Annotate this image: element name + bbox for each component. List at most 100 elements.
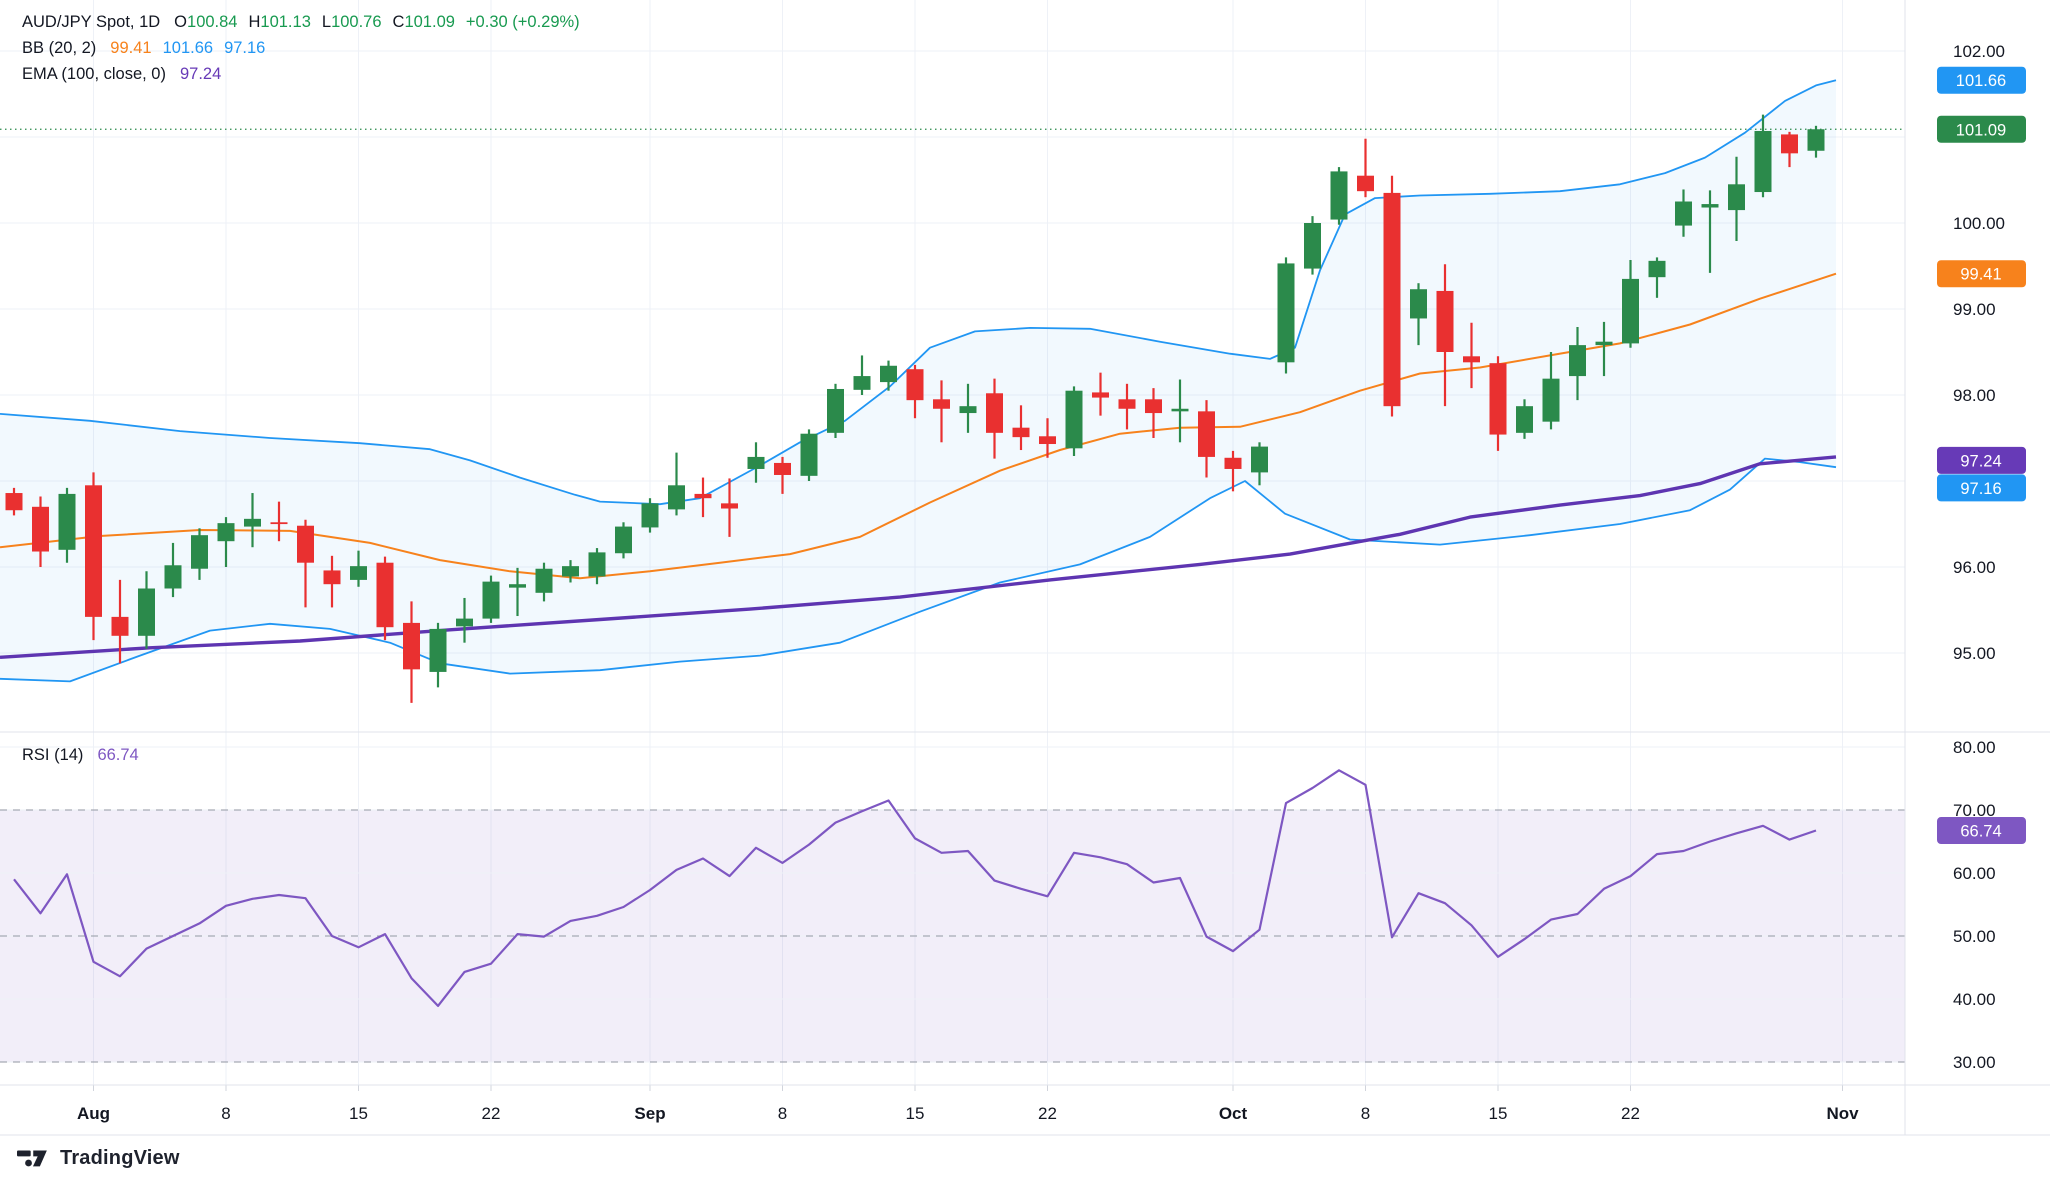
candle-bear <box>986 393 1003 433</box>
rsi-axis-label: 50.00 <box>1953 927 1996 946</box>
candle-bull <box>1516 406 1533 433</box>
badge-value: 97.24 <box>1960 452 2001 470</box>
candle-bull <box>1622 278 1639 344</box>
price-badge: 99.41 <box>1937 260 2026 288</box>
time-label-day: 15 <box>1489 1104 1508 1123</box>
candle-bear <box>85 485 102 617</box>
candle-bear <box>1357 175 1374 192</box>
candle-bear <box>933 399 950 409</box>
time-scale[interactable]: Aug 8 15 22 Sep 8 15 22 Oct 8 15 22 Nov <box>77 1104 1859 1123</box>
rsi-axis-label: 30.00 <box>1953 1053 1996 1072</box>
candle-bull <box>562 566 579 577</box>
candle-bull <box>853 376 871 390</box>
candle-bull <box>1595 341 1613 346</box>
candle-bull <box>58 493 76 550</box>
candle-bull <box>959 406 977 414</box>
candle-bull <box>138 588 155 636</box>
candle-bear <box>1092 392 1109 398</box>
price-badge: 66.74 <box>1937 817 2026 845</box>
candle-bear <box>1489 363 1507 435</box>
symbol-legend-row[interactable]: AUD/JPY Spot, 1D O100.84 H101.13 L100.76… <box>22 13 580 32</box>
brand-name: TradingView <box>60 1147 180 1169</box>
candle-bull <box>1410 289 1427 319</box>
candle-bull <box>827 388 844 433</box>
time-label-day: 22 <box>1621 1104 1640 1123</box>
candle-bull <box>350 566 367 580</box>
candlestick-chart[interactable]: 102.00100.0099.0098.0096.0095.0080.0070.… <box>0 0 2050 1191</box>
candle-bear <box>721 503 738 509</box>
rsi-panel <box>0 746 1905 1063</box>
candle-bull <box>1251 446 1268 473</box>
ema-legend-row[interactable]: EMA (100, close, 0) 97.24 <box>22 65 232 84</box>
candle-bull <box>429 628 447 672</box>
candle-bull <box>880 365 897 383</box>
time-label-month: Sep <box>634 1104 665 1123</box>
candle-bear <box>694 493 712 499</box>
candle-bull <box>615 526 632 554</box>
ohlc-high: H101.13 <box>248 13 311 31</box>
price-badge: 97.24 <box>1937 446 2026 474</box>
badge-value: 99.41 <box>1960 266 2001 284</box>
candle-bull <box>1754 130 1772 193</box>
candle-bear <box>774 462 791 475</box>
candle-bull <box>1807 129 1825 151</box>
rsi-axis-label: 80.00 <box>1953 738 1996 757</box>
candle-bull <box>1065 390 1083 449</box>
time-label-month: Aug <box>77 1104 110 1123</box>
ohlc-open: O100.84 <box>174 13 238 31</box>
bb-upper-value: 101.66 <box>162 39 214 57</box>
candle-bull <box>1701 204 1719 208</box>
candle-bull <box>1330 171 1348 220</box>
candle-bull <box>456 618 473 627</box>
candle-bear <box>1436 290 1454 352</box>
candle-bull <box>1728 184 1745 211</box>
candle-bear <box>403 622 420 670</box>
ema-value: 97.24 <box>179 65 222 83</box>
rsi-title: RSI (14) <box>22 746 84 764</box>
bb-legend-row[interactable]: BB (20, 2) 99.41 101.66 97.16 <box>22 39 276 58</box>
candle-bear <box>297 525 314 563</box>
candle-bear <box>1224 457 1242 469</box>
tradingview-logo-icon <box>17 1150 47 1167</box>
bb-basis-value: 99.41 <box>110 39 152 57</box>
symbol-title: AUD/JPY Spot, 1D <box>22 13 161 31</box>
candle-bull <box>1648 260 1666 278</box>
time-label-day: 22 <box>1038 1104 1057 1123</box>
bb-title: BB (20, 2) <box>22 39 97 57</box>
time-label-day: 15 <box>906 1104 925 1123</box>
candle-bear <box>376 562 394 628</box>
time-label-day: 8 <box>778 1104 787 1123</box>
tradingview-attribution[interactable]: TradingView <box>17 1147 180 1170</box>
ohlc-close: C101.09 <box>392 13 455 31</box>
candle-bear <box>1463 356 1480 363</box>
trading-chart-window: 102.00 100.00 99.00 98.00 96.00 95.00 80.00 70.… <box>0 0 2050 1191</box>
price-scale[interactable]: 102.00100.0099.0098.0096.0095.0080.0070.… <box>1953 42 2005 1072</box>
price-panel <box>0 50 1905 703</box>
candle-bull <box>191 535 208 569</box>
badge-value: 66.74 <box>1960 823 2001 841</box>
candle-bull <box>1277 263 1295 363</box>
candle-bear <box>32 506 49 552</box>
candle-bull <box>747 456 765 469</box>
time-label-month: Oct <box>1219 1104 1248 1123</box>
badge-value: 97.16 <box>1960 480 2001 498</box>
candle-bear <box>5 493 23 511</box>
candle-bull <box>1675 201 1692 226</box>
rsi-axis-label: 40.00 <box>1953 990 1996 1009</box>
badge-value: 101.66 <box>1956 72 2006 90</box>
candle-bull <box>641 503 659 528</box>
candle-bull <box>217 523 235 542</box>
time-label-day: 8 <box>221 1104 230 1123</box>
candle-bear <box>906 369 924 401</box>
price-badge: 97.16 <box>1937 474 2026 502</box>
price-axis-label: 99.00 <box>1953 300 1996 319</box>
candle-bull <box>164 565 182 589</box>
candle-bull <box>588 552 606 577</box>
candle-bear <box>1145 399 1162 414</box>
change-value: +0.30 (+0.29%) <box>465 13 580 31</box>
time-label-day: 8 <box>1361 1104 1370 1123</box>
rsi-legend-row[interactable]: RSI (14) 66.74 <box>22 746 150 765</box>
candle-bear <box>1012 427 1030 438</box>
price-axis-label: 96.00 <box>1953 558 1996 577</box>
candle-bull <box>1542 378 1560 422</box>
